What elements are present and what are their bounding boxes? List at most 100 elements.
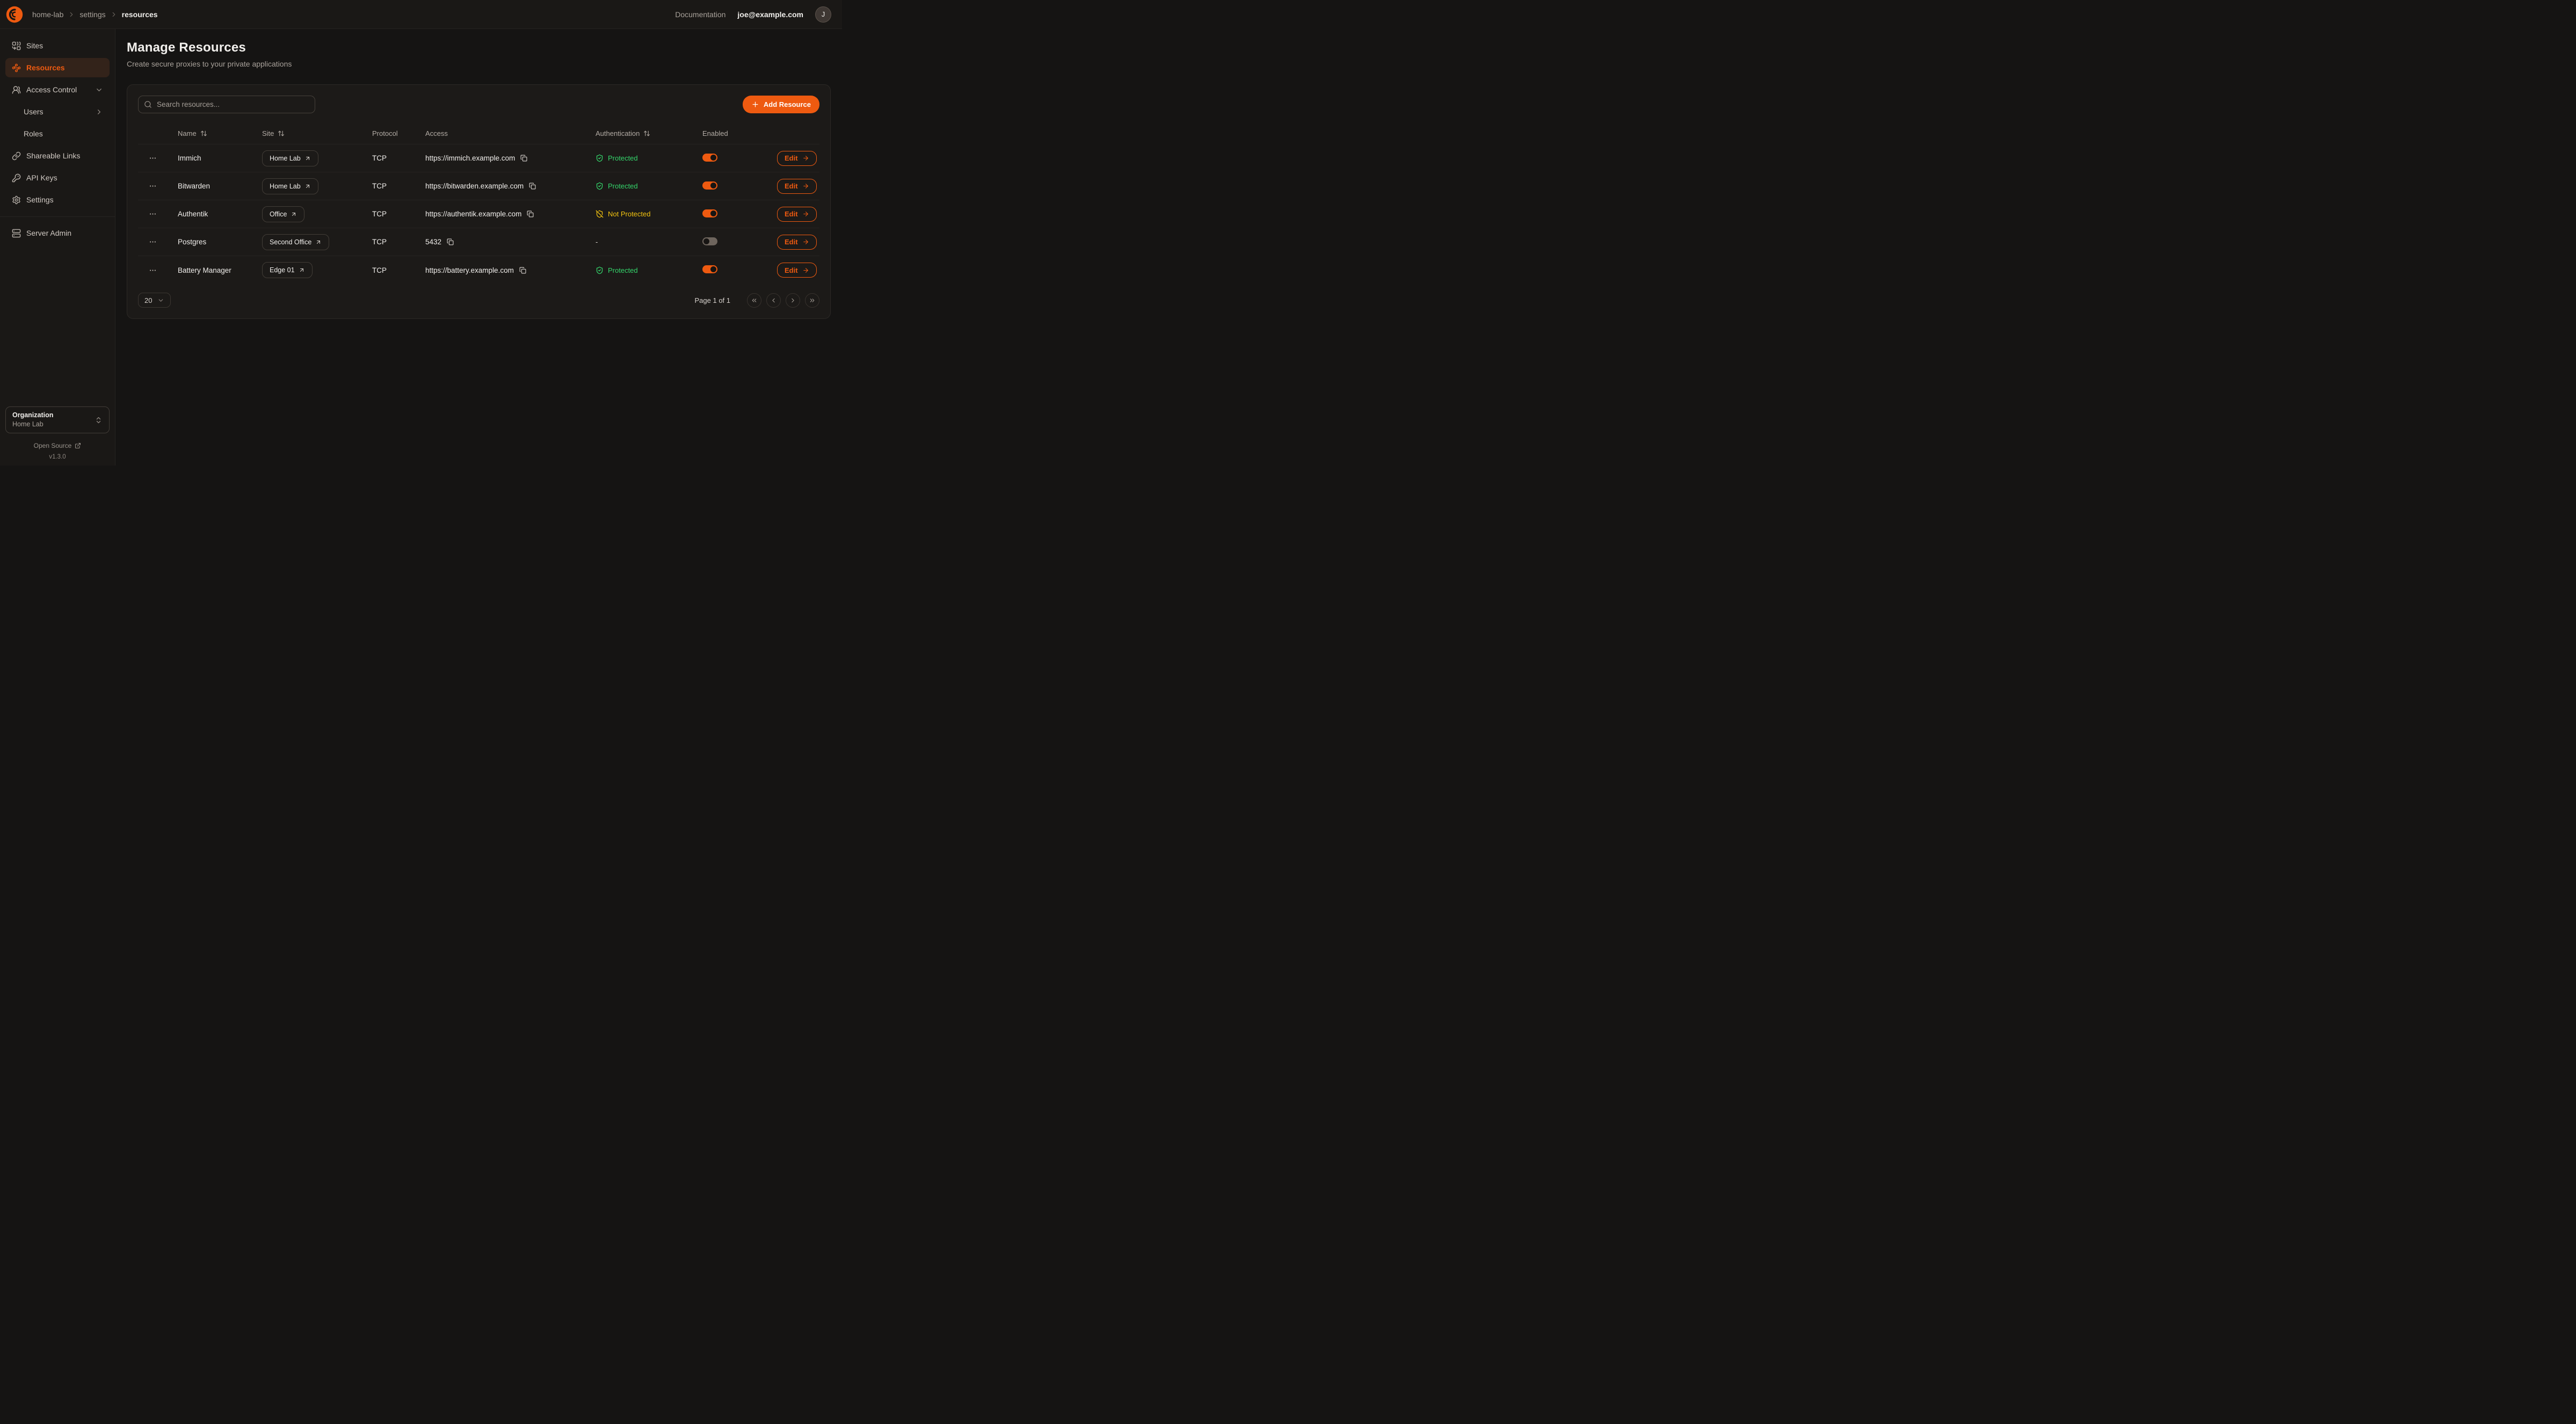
site-link-button[interactable]: Second Office: [262, 234, 329, 250]
resource-row: Immich Home Lab TCP https://immich.examp…: [138, 144, 819, 172]
chevron-right-icon: [95, 108, 103, 116]
ellipsis-icon: [149, 238, 157, 246]
sidebar-item-resources[interactable]: Resources: [5, 58, 110, 77]
enabled-toggle[interactable]: [702, 154, 717, 162]
breadcrumb-current: resources: [122, 10, 158, 19]
enabled-toggle[interactable]: [702, 181, 717, 190]
page-info: Page 1 of 1: [695, 296, 731, 304]
avatar[interactable]: J: [815, 6, 831, 23]
sidebar-item-users[interactable]: Users: [5, 102, 110, 121]
pagination: Page 1 of 1: [695, 293, 820, 308]
protocol-value: TCP: [372, 154, 425, 162]
enabled-toggle[interactable]: [702, 265, 717, 273]
edit-button[interactable]: Edit: [777, 235, 817, 250]
edit-button[interactable]: Edit: [777, 263, 817, 278]
access-value: https://battery.example.com: [425, 266, 514, 274]
chevron-right-icon: [789, 297, 796, 304]
chevron-left-icon: [770, 297, 777, 304]
chevron-down-icon: [157, 297, 164, 304]
first-page-button[interactable]: [747, 293, 761, 308]
arrow-up-right-icon: [299, 267, 305, 273]
copy-button[interactable]: [529, 183, 536, 190]
copy-button[interactable]: [527, 210, 534, 217]
edit-button[interactable]: Edit: [777, 179, 817, 194]
sort-icon: [278, 130, 285, 137]
table-body: Immich Home Lab TCP https://immich.examp…: [138, 144, 819, 284]
organization-selector[interactable]: Organization Home Lab: [5, 406, 110, 433]
site-link-button[interactable]: Office: [262, 206, 304, 222]
shield-check-icon: [596, 182, 604, 190]
documentation-link[interactable]: Documentation: [675, 10, 725, 19]
resource-name: Bitwarden: [178, 182, 262, 190]
page-size-select[interactable]: 20: [138, 293, 171, 308]
row-actions-menu-button[interactable]: [143, 266, 162, 274]
arrow-up-right-icon: [304, 155, 311, 162]
access-value: https://immich.example.com: [425, 154, 515, 162]
column-header-site[interactable]: Site: [262, 129, 372, 137]
resource-name: Immich: [178, 154, 262, 162]
external-link-icon: [75, 442, 81, 449]
copy-button[interactable]: [447, 238, 454, 245]
organization-label: Organization: [12, 411, 95, 420]
add-resource-button[interactable]: Add Resource: [743, 96, 819, 113]
open-source-link[interactable]: Open Source: [34, 442, 82, 449]
top-bar: home-lab settings resources Documentatio…: [0, 0, 842, 29]
link-icon: [12, 151, 21, 161]
row-actions-menu-button[interactable]: [143, 154, 162, 162]
sidebar-item-access-control[interactable]: Access Control: [5, 80, 110, 99]
table-header: Name Site Protocol Access Authentication…: [138, 123, 819, 144]
edit-button[interactable]: Edit: [777, 151, 817, 166]
next-page-button[interactable]: [786, 293, 800, 308]
sidebar-item-sites[interactable]: Sites: [5, 36, 110, 55]
site-link-button[interactable]: Home Lab: [262, 150, 318, 166]
last-page-button[interactable]: [805, 293, 819, 308]
resource-name: Authentik: [178, 210, 262, 218]
copy-icon: [529, 183, 536, 190]
site-link-button[interactable]: Edge 01: [262, 262, 313, 278]
page-subtitle: Create secure proxies to your private ap…: [127, 60, 831, 68]
enabled-toggle[interactable]: [702, 209, 717, 217]
enabled-toggle[interactable]: [702, 237, 717, 245]
app-version: v1.3.0: [5, 454, 110, 460]
site-link-button[interactable]: Home Lab: [262, 178, 318, 194]
breadcrumb-settings[interactable]: settings: [79, 10, 105, 19]
sidebar-item-roles[interactable]: Roles: [5, 124, 110, 143]
copy-button[interactable]: [519, 267, 526, 274]
resource-name: Battery Manager: [178, 266, 262, 274]
sidebar-item-shareable-links[interactable]: Shareable Links: [5, 146, 110, 165]
shield-check-icon: [596, 154, 604, 162]
sidebar-item-settings[interactable]: Settings: [5, 190, 110, 209]
arrow-up-right-icon: [304, 183, 311, 190]
copy-icon: [520, 155, 527, 162]
column-header-access: Access: [425, 129, 596, 137]
search-input[interactable]: [138, 96, 315, 113]
sort-icon: [643, 130, 650, 137]
shield-off-icon: [596, 210, 604, 218]
access-value: 5432: [425, 238, 441, 246]
row-actions-menu-button[interactable]: [143, 210, 162, 218]
user-email[interactable]: joe@example.com: [737, 10, 803, 19]
shield-check-icon: [596, 266, 604, 274]
chevron-down-icon: [95, 86, 103, 94]
arrow-right-icon: [802, 155, 809, 162]
chevron-right-icon: [68, 11, 75, 18]
previous-page-button[interactable]: [766, 293, 781, 308]
copy-button[interactable]: [520, 155, 527, 162]
column-header-name[interactable]: Name: [178, 129, 262, 137]
key-icon: [12, 173, 21, 183]
chevrons-up-down-icon: [95, 416, 103, 424]
page-title: Manage Resources: [127, 40, 831, 55]
column-header-protocol: Protocol: [372, 129, 425, 137]
sidebar-item-server-admin[interactable]: Server Admin: [5, 223, 110, 243]
column-header-authentication[interactable]: Authentication: [596, 129, 702, 137]
row-actions-menu-button[interactable]: [143, 238, 162, 246]
row-actions-menu-button[interactable]: [143, 182, 162, 190]
sidebar-item-api-keys[interactable]: API Keys: [5, 168, 110, 187]
edit-button[interactable]: Edit: [777, 207, 817, 222]
authentication-status: Protected: [596, 154, 702, 162]
pangolin-logo: [4, 4, 25, 25]
ellipsis-icon: [149, 266, 157, 274]
gear-icon: [12, 195, 21, 205]
authentication-status: Protected: [596, 266, 702, 274]
breadcrumb-org[interactable]: home-lab: [32, 10, 63, 19]
